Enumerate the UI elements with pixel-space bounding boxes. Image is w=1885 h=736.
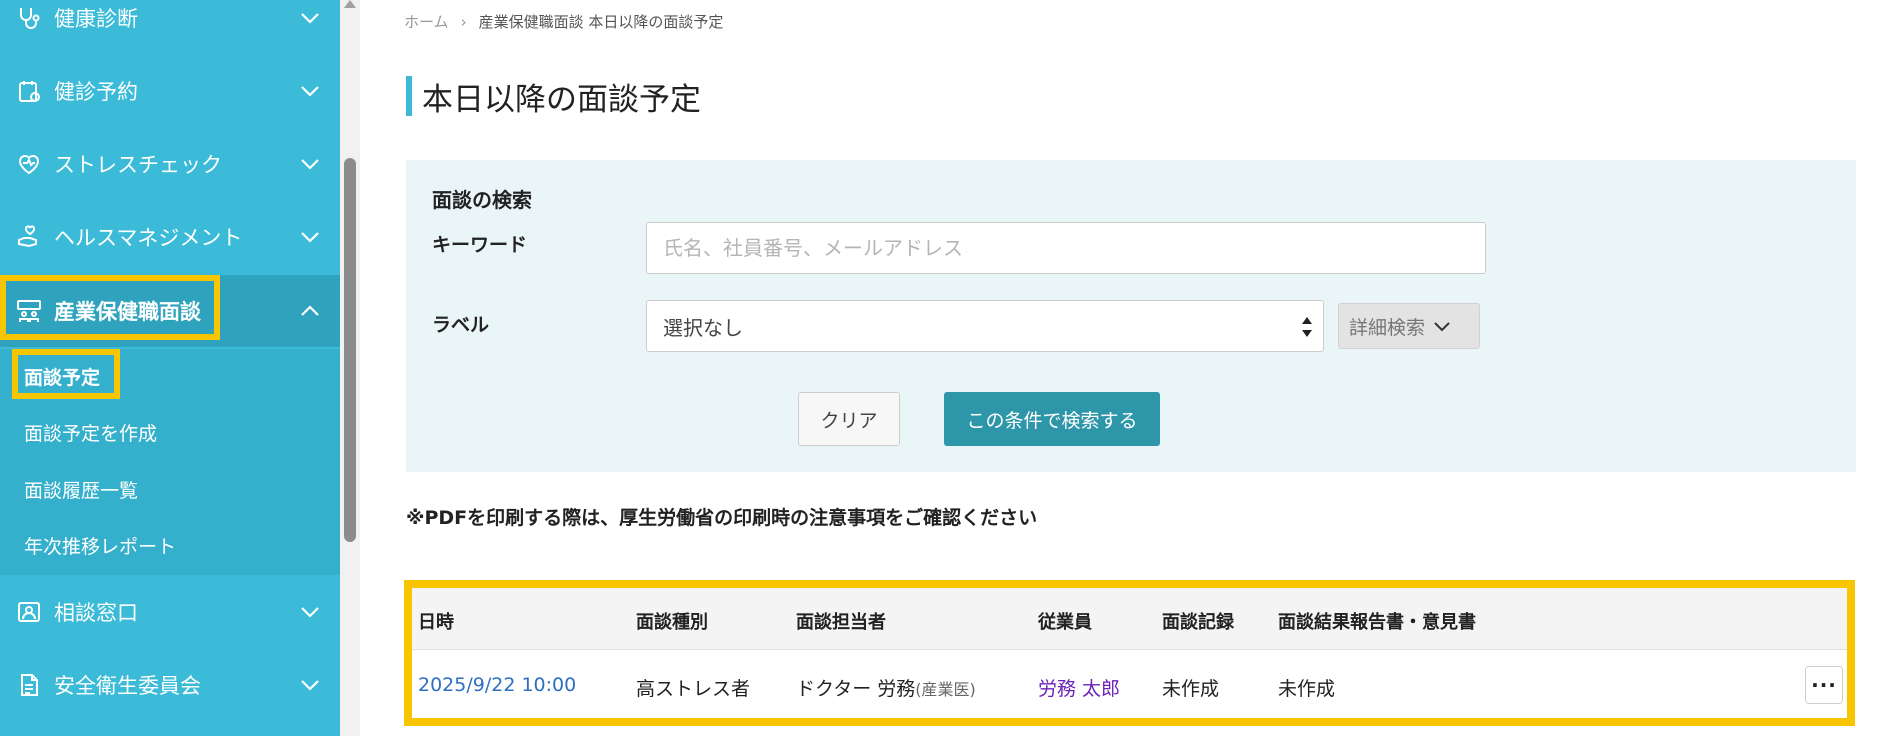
column-header-report: 面談結果報告書・意見書 <box>1278 612 1476 633</box>
row-more-actions-button[interactable]: ··· <box>1805 666 1843 704</box>
column-header-employee: 従業員 <box>1038 612 1092 633</box>
breadcrumb-home-link[interactable]: ホーム <box>404 13 449 31</box>
label-filter-label: ラベル <box>432 314 490 336</box>
keyword-label: キーワード <box>432 234 528 256</box>
reservation-icon <box>14 76 44 106</box>
sidebar-item-checkup-reservation[interactable]: 健診予約 <box>0 55 340 127</box>
sidebar-item-label: ヘルスマネジメント <box>54 226 243 250</box>
row-datetime-link[interactable]: 2025/9/22 10:00 <box>418 674 576 696</box>
row-record-status: 未作成 <box>1162 678 1220 700</box>
column-header-staff: 面談担当者 <box>796 612 886 633</box>
search-submit-button[interactable]: この条件で検索する <box>944 392 1160 446</box>
advanced-search-toggle[interactable]: 詳細検索 <box>1338 303 1480 349</box>
column-header-datetime: 日時 <box>418 612 454 633</box>
chevron-down-icon <box>298 673 322 697</box>
sidebar-item-health-checkup[interactable]: 健康診断 <box>0 0 340 54</box>
scrollbar-thumb[interactable] <box>344 158 356 542</box>
sidebar-item-health-management[interactable]: ヘルスマネジメント <box>0 201 340 273</box>
breadcrumb-separator: › <box>460 13 467 31</box>
chevron-down-icon <box>1433 321 1451 332</box>
scroll-up-arrow-icon[interactable] <box>344 0 356 8</box>
sidebar: 健康診断 健診予約 ストレスチェック ヘルスマネジメント 産業保健職面談 面談予… <box>0 0 340 736</box>
search-panel-title: 面談の検索 <box>432 188 532 212</box>
chevron-up-icon <box>298 299 322 323</box>
heart-icon <box>14 149 44 179</box>
chevron-down-icon <box>298 225 322 249</box>
sidebar-item-consultation[interactable]: 相談窓口 <box>0 576 340 648</box>
column-header-interview-type: 面談種別 <box>636 612 708 633</box>
sidebar-item-label: 安全衛生委員会 <box>54 674 201 698</box>
select-arrows-icon <box>1301 313 1313 341</box>
breadcrumb-current: 産業保健職面談 本日以降の面談予定 <box>478 13 724 31</box>
row-staff: ドクター 労務(産業医) <box>796 674 976 701</box>
submenu-item-interview-history[interactable]: 面談履歴一覧 <box>24 476 138 503</box>
sidebar-item-stress-check[interactable]: ストレスチェック <box>0 128 340 200</box>
hand-heart-icon <box>14 222 44 252</box>
highlight-box-nav <box>0 275 220 340</box>
row-staff-name: ドクター 労務 <box>796 678 916 700</box>
highlight-box-submenu <box>12 349 120 399</box>
row-interview-type: 高ストレス者 <box>636 678 751 700</box>
sidebar-item-label: 健診予約 <box>54 80 138 104</box>
page-title: 本日以降の面談予定 <box>422 82 701 118</box>
keyword-search-input[interactable] <box>646 222 1486 274</box>
consultation-icon <box>14 597 44 627</box>
row-staff-role: (産業医) <box>915 680 976 699</box>
sidebar-scrollbar[interactable] <box>340 0 360 736</box>
label-select[interactable]: 選択なし <box>646 300 1324 352</box>
breadcrumb: ホーム › 産業保健職面談 本日以降の面談予定 <box>404 11 723 32</box>
title-accent-bar <box>406 76 412 116</box>
table-header-row: 日時 面談種別 面談担当者 従業員 面談記録 面談結果報告書・意見書 <box>412 588 1847 650</box>
sidebar-item-label: ストレスチェック <box>54 153 222 177</box>
stethoscope-icon <box>14 3 44 33</box>
label-select-value: 選択なし <box>663 315 743 340</box>
committee-document-icon <box>14 670 44 700</box>
chevron-down-icon <box>298 79 322 103</box>
search-panel: 面談の検索 キーワード ラベル 選択なし 詳細検索 クリア この条件で検索する <box>406 160 1856 472</box>
submenu-item-annual-report[interactable]: 年次推移レポート <box>24 532 176 559</box>
submenu-item-create-schedule[interactable]: 面談予定を作成 <box>24 419 157 446</box>
row-report-status: 未作成 <box>1278 678 1336 700</box>
chevron-down-icon <box>298 6 322 30</box>
chevron-down-icon <box>298 152 322 176</box>
column-header-record: 面談記録 <box>1162 612 1234 633</box>
chevron-down-icon <box>298 600 322 624</box>
sidebar-item-safety-committee[interactable]: 安全衛生委員会 <box>0 649 340 721</box>
advanced-search-label: 詳細検索 <box>1349 316 1426 339</box>
row-employee-link[interactable]: 労務 太郎 <box>1038 674 1120 701</box>
main-content: ホーム › 産業保健職面談 本日以降の面談予定 本日以降の面談予定 面談の検索 キー… <box>360 0 1885 736</box>
sidebar-item-label: 相談窓口 <box>54 601 138 625</box>
pdf-print-notice: ※PDFを印刷する際は、厚生労働省の印刷時の注意事項をご確認ください <box>406 507 1038 529</box>
clear-button[interactable]: クリア <box>798 392 900 446</box>
sidebar-item-label: 健康診断 <box>54 7 138 31</box>
interview-schedule-table: 日時 面談種別 面談担当者 従業員 面談記録 面談結果報告書・意見書 2025/… <box>404 580 1855 726</box>
